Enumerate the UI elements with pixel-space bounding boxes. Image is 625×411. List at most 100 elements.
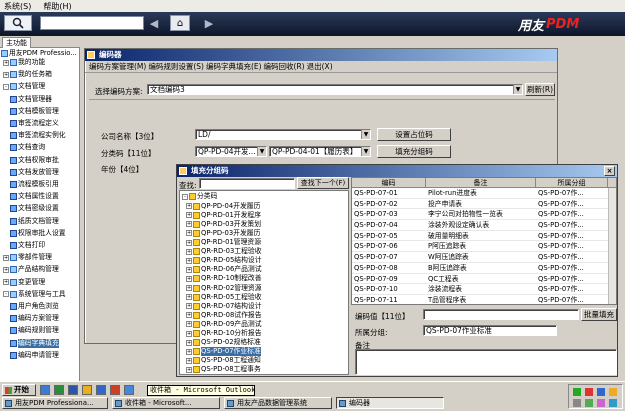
encoder-menu-item[interactable]: 编码规则设置(S) [148,61,205,72]
sidebar-item[interactable]: + 我的功能 [3,58,45,67]
table-row[interactable]: QS-PD-07-09 QC工程表 QS-PD-07作... [352,274,616,285]
expand-icon[interactable]: + [186,321,192,328]
sidebar-item[interactable]: 编码方案管理 [10,314,59,323]
sidebar-item[interactable]: + 产品结构管理 [3,265,59,274]
tree-item[interactable]: + QP-RD-01管理资源 [186,238,261,247]
expand-icon[interactable]: + [186,357,192,364]
sidebar-item[interactable]: + 我的任务箱 [3,70,52,79]
expand-icon[interactable]: + [186,312,192,319]
expand-icon[interactable]: + [186,266,192,273]
expand-icon[interactable]: + [186,303,192,310]
sidebar-item[interactable]: - 文档管理 [3,82,45,91]
tree-item[interactable]: + QR-RD-03工程验收 [186,247,262,256]
encoder-menu-item[interactable]: 退出(X) [307,61,334,72]
scheme-select[interactable]: 文档编码3 ▼ [147,84,523,95]
tree-item[interactable]: + QP-RD-03开发策划 [186,220,261,229]
table-row[interactable]: QS-PD-07-02 投产申请表 QS-PD-07作... [352,199,616,210]
dialog-search-input[interactable] [199,178,295,189]
sidebar-item[interactable]: + 变更管理 [3,278,45,287]
expand-icon[interactable]: + [186,348,192,355]
sidebar-item[interactable]: 审签流程定义 [10,119,59,128]
table-row[interactable]: QS-PD-07-05 破用量明细表 QS-PD-07作... [352,231,616,242]
sidebar-item[interactable]: 编码规则管理 [10,326,59,335]
tree-item[interactable]: + QR-RD-10制程改善 [186,274,262,283]
tab-main-functions[interactable]: 主功能 [2,37,31,48]
expand-icon[interactable]: + [186,257,192,264]
sidebar-item[interactable]: 文档权限审批 [10,156,59,165]
expand-icon[interactable]: + [3,254,9,261]
network-icon[interactable] [573,388,581,396]
volume-icon[interactable] [609,388,617,396]
menu-item[interactable]: 系统(S) [4,1,31,12]
tree-item[interactable]: + QR-RD-05结构设计 [186,256,262,265]
close-button[interactable]: × [604,166,615,176]
tree-item[interactable]: + QS-PD-02规格标准 [186,338,261,347]
sidebar-item[interactable]: 权限审批人设置 [10,229,66,238]
tray-icon[interactable] [597,399,605,407]
menu-item[interactable]: 帮助(H) [43,1,71,12]
tree-item[interactable]: + QP-RD-01开发程序 [186,211,261,220]
tree-item[interactable]: + QS-PD-08工程通知 [186,356,261,365]
grid-header-group[interactable]: 所属分组 [536,178,608,187]
tree-root-classification[interactable]: - 分类码 [182,192,217,201]
expand-icon[interactable]: + [186,366,192,373]
expand-icon[interactable]: + [3,71,9,78]
table-row[interactable]: QS-PD-07-07 W阿压追踪表 QS-PD-07作... [352,252,616,263]
sidebar-item[interactable]: 编码字典填充 [10,338,59,348]
encoder-menu-item[interactable]: 编码字典填充(E) [206,61,263,72]
expand-icon[interactable]: + [186,275,192,282]
expand-icon[interactable]: + [186,294,192,301]
table-row[interactable]: QS-PD-07-03 李宁公司对拍物性一览表 QS-PD-07作... [352,209,616,221]
sidebar-item[interactable]: 审签流程实例化 [10,131,66,140]
powerpoint-icon[interactable] [110,385,120,395]
sidebar-item[interactable]: 文档密级设置 [10,204,59,213]
sidebar-item[interactable]: 编码申请管理 [10,351,59,360]
sidebar-item[interactable]: 文档查询 [10,143,45,152]
tree-item[interactable]: + QR-RD-10分析报告 [186,329,262,338]
back-arrow-icon[interactable]: ◀ [147,15,161,31]
word-icon[interactable] [68,385,78,395]
collapse-icon[interactable]: - [182,193,188,200]
expand-icon[interactable]: + [186,230,192,237]
grid-scrollbar[interactable] [608,188,616,304]
tree-item[interactable]: + QR-RD-05工程验收 [186,293,262,302]
start-button[interactable]: 开始 [2,384,36,396]
sidebar-item[interactable]: - 系统管理与工具 [3,290,66,299]
taskbar-task[interactable]: 用友PDM Professiona... [2,397,108,409]
grid-header-code[interactable]: 编码 [352,178,426,187]
code-value-input[interactable] [423,309,579,320]
classification-select[interactable]: QP-PD-04开发... ▼ [195,146,267,157]
find-next-button[interactable]: 查找下一个(F) [297,177,349,189]
expand-icon[interactable]: + [186,203,192,210]
expand-icon[interactable]: + [186,339,192,346]
sidebar-item[interactable]: 文档属性设置 [10,192,59,201]
tray-icon[interactable] [573,399,581,407]
messenger-icon[interactable] [597,388,605,396]
table-row[interactable]: QS-PD-07-01 Pilot-run进度表 QS-PD-07作... [352,188,616,199]
remark-textarea[interactable] [355,349,617,375]
sidebar-item[interactable]: 文档发放管理 [10,168,59,177]
folder-icon[interactable] [82,385,92,395]
encoder-menu-item[interactable]: 编码方案管理(M) [89,61,147,72]
tray-icon[interactable] [585,399,593,407]
collapse-icon[interactable]: - [3,291,9,298]
sidebar-item[interactable]: 纸质文档管理 [10,217,59,226]
tree-item[interactable]: + QP-PD-03开发履历 [186,229,260,238]
sidebar-item[interactable]: 流程模板引用 [10,180,59,189]
expand-icon[interactable]: + [3,59,9,66]
desktop-icon[interactable] [40,385,50,395]
search-button[interactable] [4,15,32,31]
table-row[interactable]: QS-PD-07-04 涂装外观设定确认表 QS-PD-07作... [352,220,616,231]
tree-item[interactable]: + QR-RD-09产品测试 [186,320,262,329]
expand-icon[interactable]: + [186,239,192,246]
tree-item[interactable]: + QR-RD-07结构设计 [186,302,262,311]
toolbar-search-input[interactable] [40,16,144,30]
batch-fill-button[interactable]: 批量填充 [581,308,617,321]
tree-item[interactable]: + QR-RD-02管理资源 [186,284,262,293]
excel-icon[interactable] [54,385,64,395]
refresh-button[interactable]: 刷新(R) [525,83,555,96]
tree-root[interactable]: 用友PDM Professio... [1,49,77,58]
expand-icon[interactable]: + [186,330,192,337]
outlook-icon[interactable] [96,385,106,395]
sidebar-item[interactable]: + 零部件管理 [3,253,52,262]
